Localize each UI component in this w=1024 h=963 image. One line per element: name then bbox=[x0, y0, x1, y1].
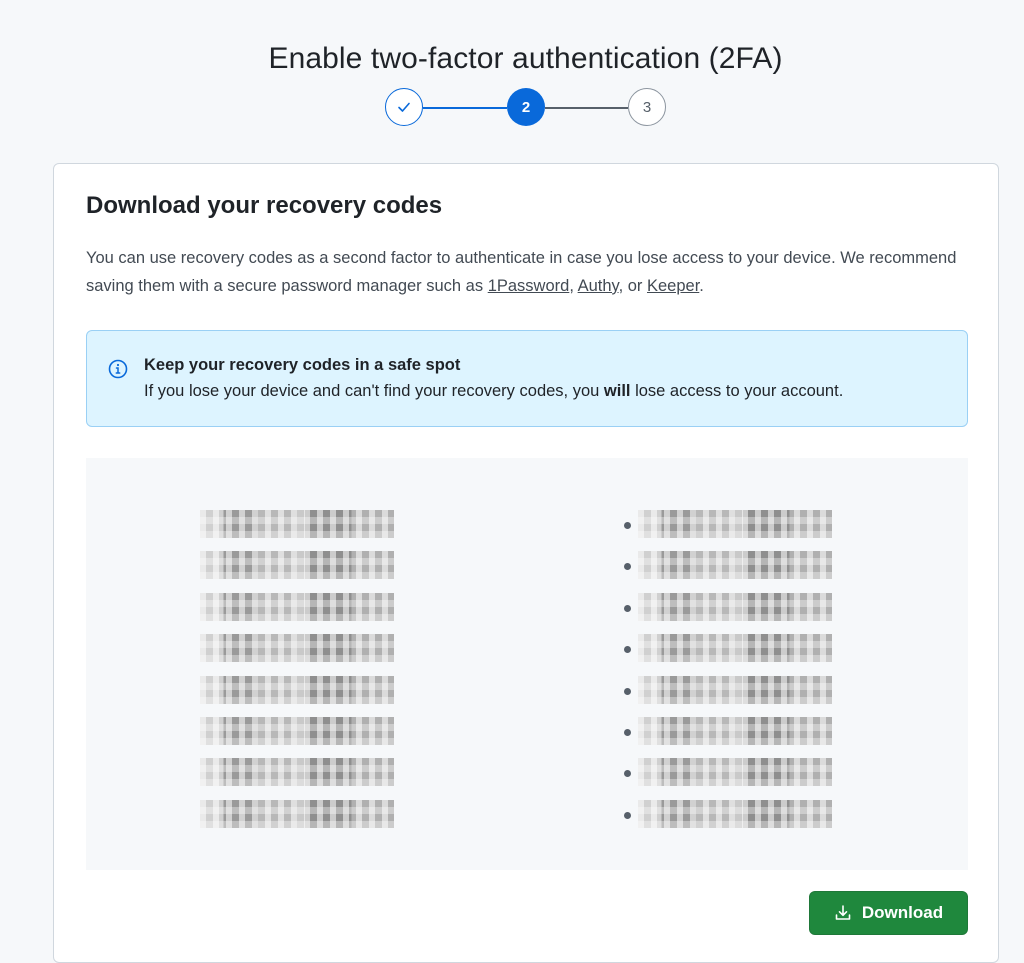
list-bullet bbox=[624, 687, 631, 695]
description-end: . bbox=[699, 277, 704, 295]
download-icon bbox=[835, 905, 851, 920]
recovery-code-redacted bbox=[638, 510, 832, 538]
download-button-label: Download bbox=[861, 903, 944, 922]
recovery-code-redacted bbox=[638, 592, 832, 621]
step-connector bbox=[545, 107, 628, 109]
step-2-current: 2 bbox=[507, 88, 545, 126]
check-icon bbox=[398, 102, 410, 112]
recovery-code-redacted bbox=[638, 799, 832, 828]
recovery-code-redacted bbox=[200, 799, 394, 828]
recovery-code-redacted bbox=[200, 675, 394, 704]
list-bullet bbox=[624, 563, 631, 571]
card-description: You can use recovery codes as a second f… bbox=[86, 244, 976, 300]
recovery-code-redacted bbox=[638, 634, 832, 663]
list-bullet bbox=[624, 728, 631, 736]
list-bullet bbox=[624, 522, 631, 529]
recovery-code-redacted bbox=[638, 758, 832, 787]
recovery-code-redacted bbox=[638, 675, 832, 704]
download-button[interactable]: Download bbox=[809, 891, 968, 935]
description-separator: , bbox=[569, 277, 578, 295]
card-heading: Download your recovery codes bbox=[86, 192, 443, 219]
flash-body-emphasis: will bbox=[603, 382, 631, 400]
recovery-code-redacted bbox=[200, 758, 394, 787]
recovery-code-redacted bbox=[638, 551, 832, 580]
recovery-code-redacted bbox=[638, 716, 832, 745]
flash-body-text: If you lose your device and can't find y… bbox=[144, 382, 604, 400]
recovery-codes-box bbox=[86, 458, 968, 870]
description-separator: , or bbox=[618, 277, 647, 295]
list-bullet bbox=[624, 646, 631, 654]
page-title: Enable two-factor authentication (2FA) bbox=[268, 42, 783, 76]
step-connector bbox=[423, 107, 507, 109]
step-3-upcoming: 3 bbox=[628, 88, 666, 126]
flash-body-text: lose access to your account. bbox=[630, 382, 844, 400]
progress-stepper: 2 3 bbox=[0, 86, 1024, 128]
info-flash: Keep your recovery codes in a safe spot … bbox=[86, 330, 968, 427]
step-1-complete bbox=[385, 88, 423, 126]
flash-body: If you lose your device and can't find y… bbox=[144, 382, 843, 401]
link-authy[interactable]: Authy bbox=[578, 277, 619, 295]
recovery-code-redacted bbox=[200, 592, 394, 621]
list-bullet bbox=[624, 770, 631, 778]
recovery-code-redacted bbox=[200, 634, 394, 663]
recovery-code-redacted bbox=[200, 716, 394, 745]
link-keeper[interactable]: Keeper bbox=[647, 277, 699, 295]
recovery-codes-card: Download your recovery codes You can use… bbox=[53, 163, 999, 963]
flash-title: Keep your recovery codes in a safe spot bbox=[144, 356, 461, 374]
recovery-code-redacted bbox=[200, 551, 394, 580]
list-bullet bbox=[624, 604, 631, 612]
link-1password[interactable]: 1Password bbox=[488, 277, 570, 295]
list-bullet bbox=[624, 811, 631, 819]
recovery-code-redacted bbox=[200, 510, 394, 538]
info-icon bbox=[108, 359, 128, 379]
